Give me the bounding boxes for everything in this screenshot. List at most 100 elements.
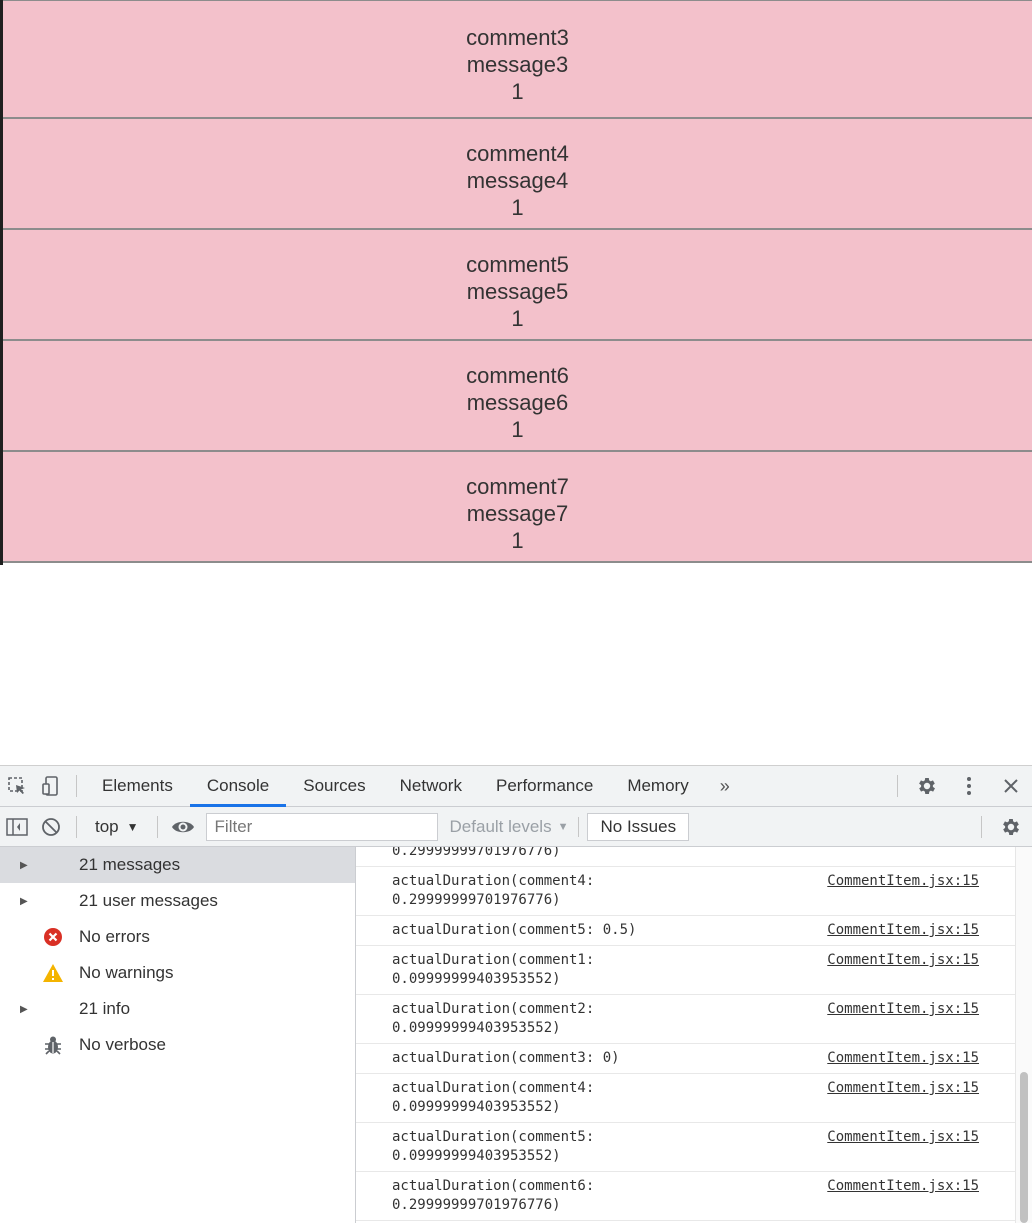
- console-message: actualDuration(comment5: 0.0999999940395…: [356, 1123, 1016, 1172]
- tab-console[interactable]: Console: [189, 766, 287, 807]
- sidebar-item-label: No warnings: [79, 963, 174, 982]
- app-page: comment3 message3 1 comment4 message4 1 …: [0, 0, 1032, 765]
- console-message: 0.29999999701976776): [356, 847, 1016, 867]
- console-message: actualDuration(comment1: 0.0999999940395…: [356, 946, 1016, 995]
- sidebar-item-label: 21 messages: [79, 855, 181, 874]
- message-text: actualDuration(comment2: 0.0999999940395…: [392, 1001, 595, 1036]
- source-link[interactable]: CommentItem.jsx:15: [827, 1128, 979, 1147]
- comment-count: 1: [511, 79, 524, 104]
- tab-network[interactable]: Network: [383, 766, 479, 806]
- comment-title: comment7: [466, 474, 569, 499]
- sidebar-toggle-icon[interactable]: [0, 807, 34, 847]
- error-icon: [42, 926, 64, 948]
- comment-count: 1: [511, 195, 524, 220]
- comment-message: message5: [466, 279, 569, 304]
- tab-performance[interactable]: Performance: [479, 766, 610, 806]
- log-levels-label: Default levels: [449, 816, 552, 836]
- console-message: actualDuration(comment4: 0.2999999970197…: [356, 867, 1016, 916]
- source-link[interactable]: CommentItem.jsx:15: [827, 1079, 979, 1098]
- expand-arrow-icon[interactable]: ▶: [20, 896, 28, 907]
- console-message: actualDuration(comment5: 0.5) CommentIte…: [356, 916, 1016, 946]
- eye-icon[interactable]: [166, 807, 200, 847]
- tab-memory[interactable]: Memory: [610, 766, 705, 806]
- devtools-panel: Elements Console Sources Network Perform…: [0, 765, 1032, 1223]
- close-icon[interactable]: [990, 766, 1032, 806]
- console-message: actualDuration(comment6: 0.2999999970197…: [356, 1172, 1016, 1221]
- console-message: actualDuration(comment2: 0.0999999940395…: [356, 995, 1016, 1044]
- toolbar-divider: [76, 815, 77, 838]
- console-output[interactable]: 0.29999999701976776) actualDuration(comm…: [356, 847, 1032, 1223]
- comment-message: message6: [466, 390, 569, 415]
- message-text: actualDuration(comment4: 0.2999999970197…: [392, 873, 595, 908]
- console-message: actualDuration(comment3: 0) CommentItem.…: [356, 1044, 1016, 1074]
- comment-title: comment3: [466, 25, 569, 50]
- tab-sources[interactable]: Sources: [286, 766, 382, 806]
- comment-title: comment4: [466, 141, 569, 166]
- devtools-tabbar: Elements Console Sources Network Perform…: [0, 766, 1032, 807]
- toolbar-divider: [156, 815, 158, 838]
- bug-icon: [42, 1034, 64, 1056]
- source-link[interactable]: CommentItem.jsx:15: [827, 921, 979, 940]
- console-settings-gear-icon[interactable]: [990, 807, 1032, 847]
- comment-item: comment7 message7 1: [3, 450, 1032, 561]
- comment-title: comment5: [466, 252, 569, 277]
- message-text: actualDuration(comment1: 0.0999999940395…: [392, 952, 595, 987]
- message-text: 0.29999999701976776): [392, 847, 561, 859]
- console-toolbar: top ▼ Default levels ▼ No Issues: [0, 807, 1032, 847]
- comment-message: message7: [466, 501, 569, 526]
- comment-list: comment3 message3 1 comment4 message4 1 …: [3, 0, 1032, 563]
- comment-message: message4: [466, 168, 569, 193]
- context-label: top: [95, 816, 119, 836]
- comment-count: 1: [511, 528, 524, 553]
- caret-down-icon: ▼: [557, 820, 569, 833]
- comment-title: comment6: [466, 363, 569, 388]
- more-tabs-button[interactable]: »: [706, 766, 744, 806]
- source-link[interactable]: CommentItem.jsx:15: [827, 1177, 979, 1196]
- list-divider: [3, 561, 1032, 563]
- message-text: actualDuration(comment5: 0.0999999940395…: [392, 1129, 595, 1164]
- sidebar-item-user-messages[interactable]: ▶ 21 user messages: [0, 883, 355, 919]
- sidebar-item-messages[interactable]: ▶ 21 messages: [0, 847, 355, 883]
- comment-message: message3: [466, 52, 569, 77]
- kebab-menu-icon[interactable]: [948, 766, 990, 806]
- issues-button[interactable]: No Issues: [587, 812, 690, 841]
- gear-icon[interactable]: [906, 766, 948, 806]
- comment-item: comment6 message6 1: [3, 339, 1032, 450]
- source-link[interactable]: CommentItem.jsx:15: [827, 951, 979, 970]
- clear-console-icon[interactable]: [34, 807, 68, 847]
- sidebar-item-warnings[interactable]: No warnings: [0, 955, 355, 991]
- warning-icon: [42, 962, 64, 984]
- log-levels-dropdown[interactable]: Default levels ▼: [449, 816, 580, 837]
- sidebar-item-label: 21 user messages: [79, 891, 218, 910]
- console-messages: 0.29999999701976776) actualDuration(comm…: [356, 847, 1016, 1221]
- sidebar-item-label: No errors: [79, 927, 150, 946]
- context-selector[interactable]: top ▼: [85, 817, 149, 837]
- source-link[interactable]: CommentItem.jsx:15: [827, 1049, 979, 1068]
- tab-elements[interactable]: Elements: [85, 766, 190, 806]
- inspect-element-icon[interactable]: [0, 766, 34, 806]
- sidebar-item-verbose[interactable]: No verbose: [0, 1027, 355, 1063]
- expand-arrow-icon[interactable]: ▶: [20, 860, 28, 871]
- toolbar-divider: [981, 815, 982, 838]
- sidebar-item-errors[interactable]: No errors: [0, 919, 355, 955]
- source-link[interactable]: CommentItem.jsx:15: [827, 872, 979, 891]
- console-scrollbar[interactable]: [1015, 847, 1032, 1223]
- source-link[interactable]: CommentItem.jsx:15: [827, 1000, 979, 1019]
- toolbar-divider: [76, 775, 77, 797]
- message-text: actualDuration(comment3: 0): [392, 1050, 620, 1066]
- device-toolbar-icon[interactable]: [34, 766, 68, 806]
- sidebar-item-label: 21 info: [79, 999, 131, 1018]
- message-text: actualDuration(comment4: 0.0999999940395…: [392, 1080, 595, 1115]
- sidebar-item-info[interactable]: ▶ 21 info: [0, 991, 355, 1027]
- comment-item: comment3 message3 1: [3, 0, 1032, 117]
- message-text: actualDuration(comment6: 0.2999999970197…: [392, 1178, 595, 1213]
- comment-count: 1: [511, 306, 524, 331]
- filter-input-wrapper: [205, 812, 438, 841]
- comment-item: comment5 message5 1: [3, 228, 1032, 339]
- scrollbar-thumb[interactable]: [1020, 1072, 1028, 1223]
- filter-input[interactable]: [212, 815, 431, 838]
- sidebar-item-label: No verbose: [79, 1035, 166, 1054]
- expand-arrow-icon[interactable]: ▶: [20, 1004, 28, 1015]
- message-text: actualDuration(comment5: 0.5): [392, 922, 637, 938]
- toolbar-divider: [897, 775, 898, 797]
